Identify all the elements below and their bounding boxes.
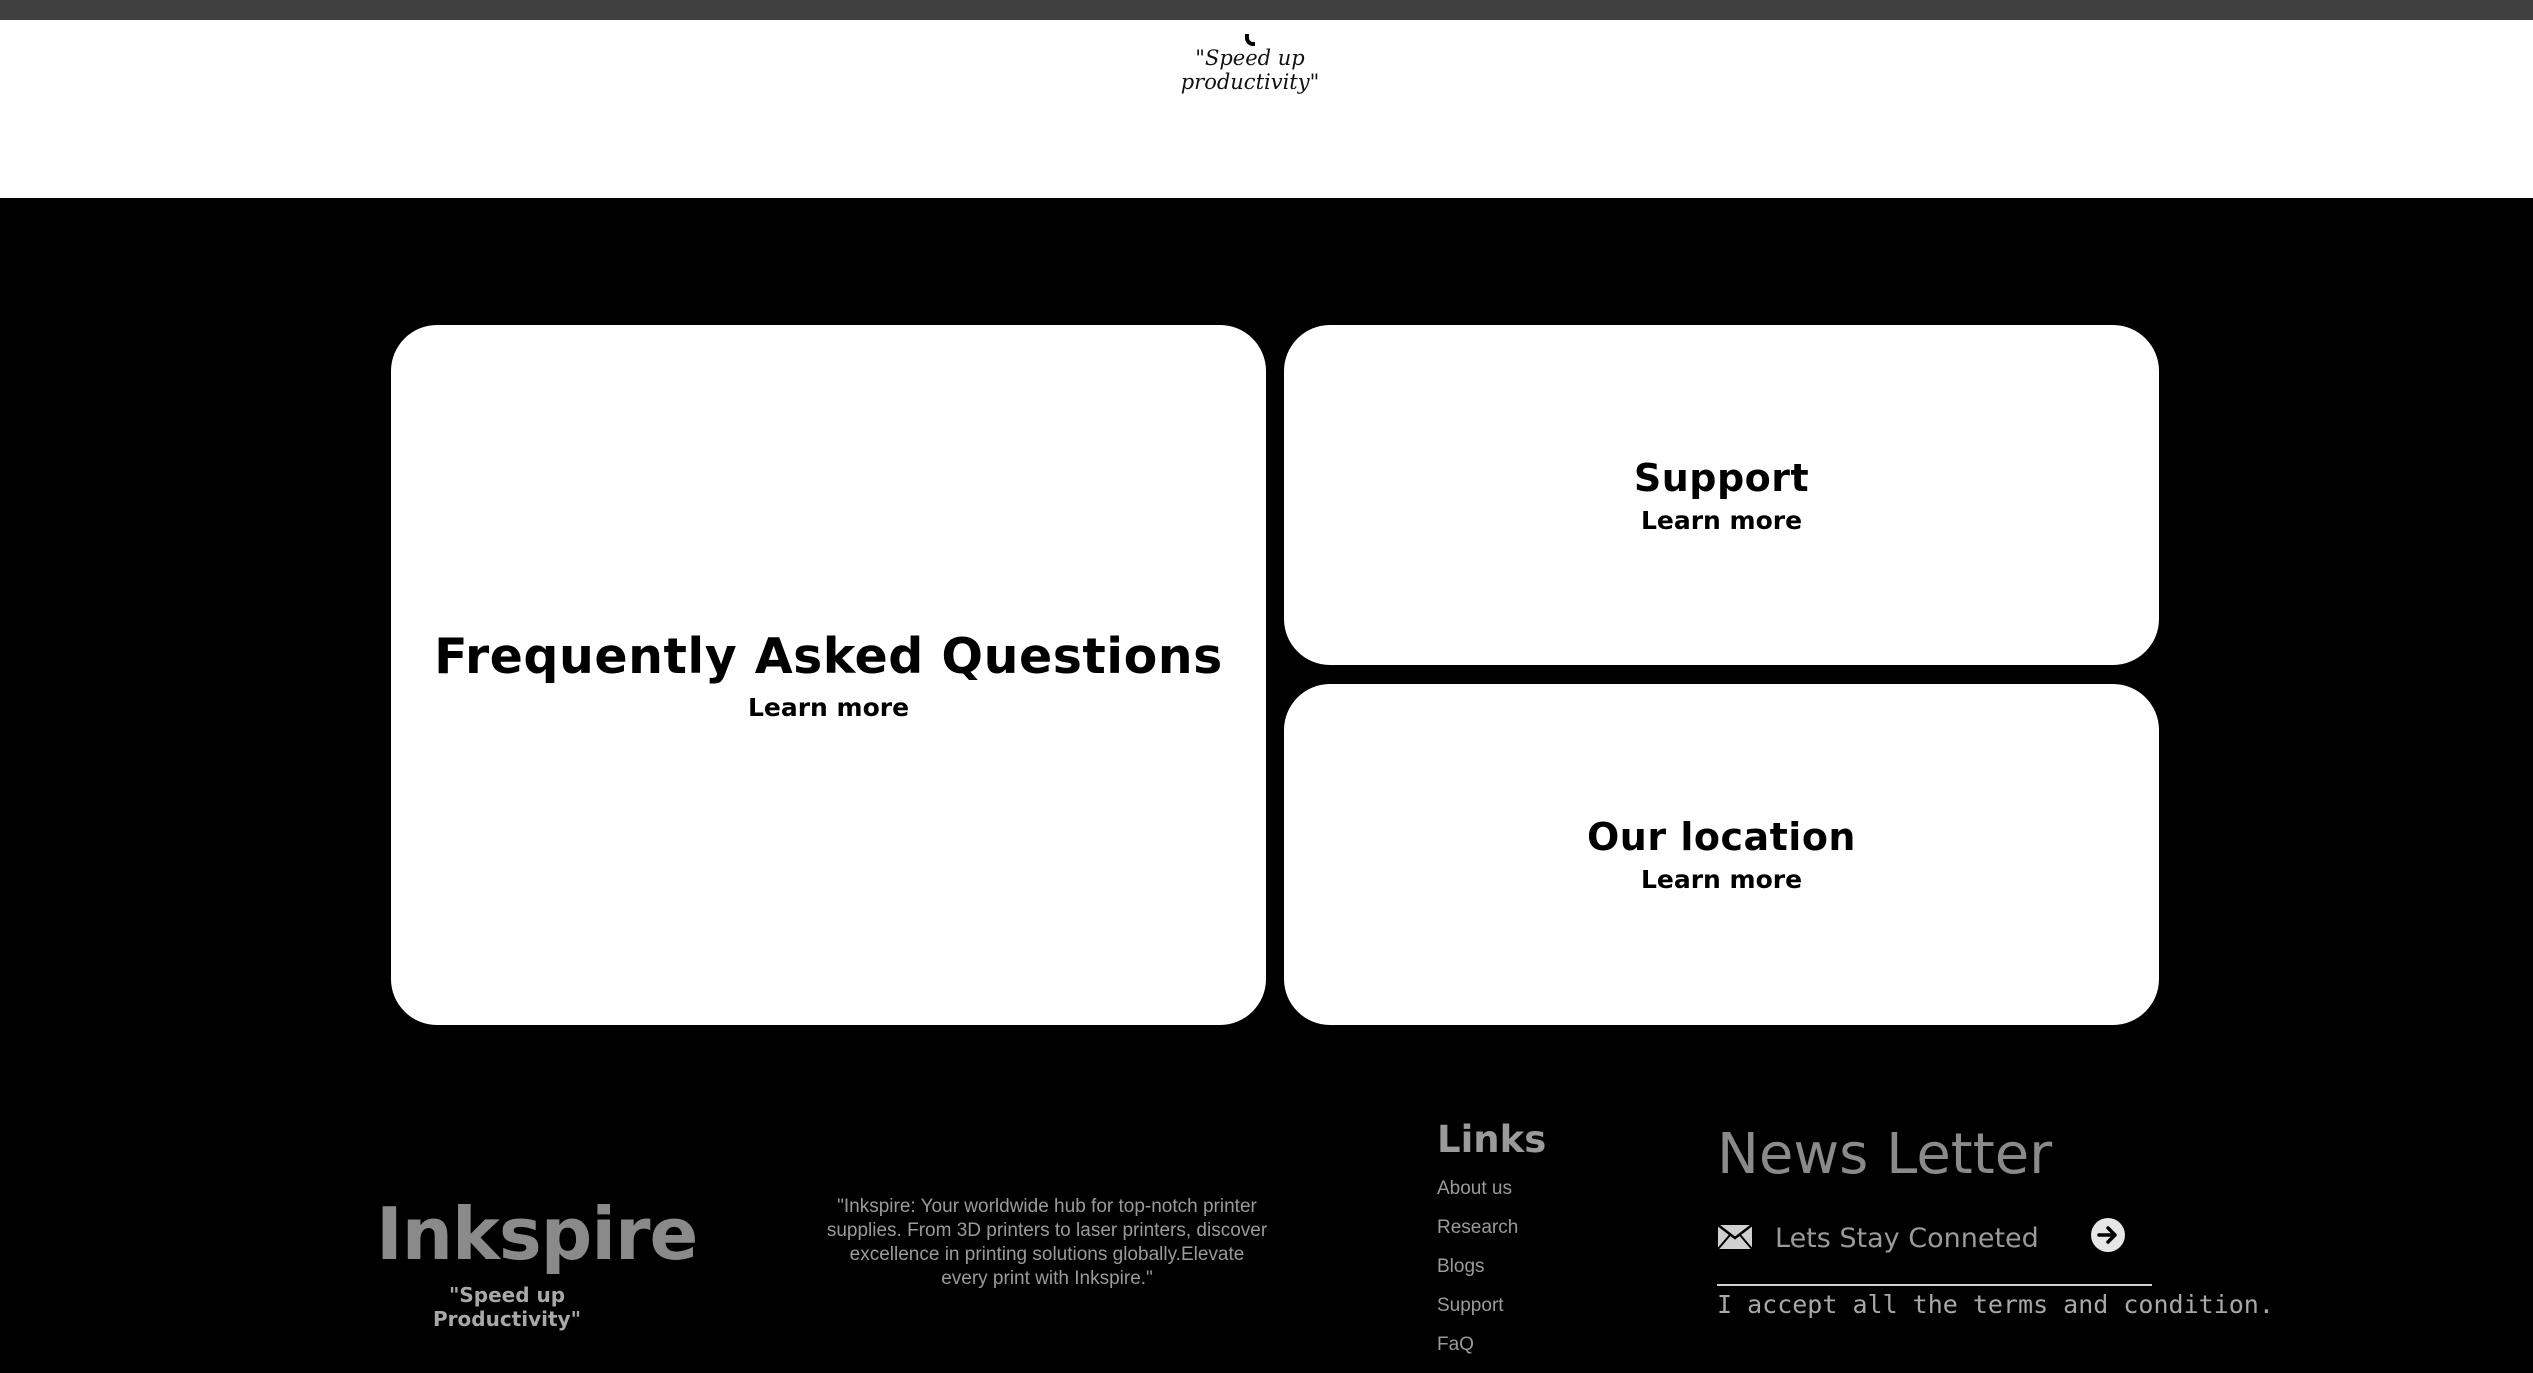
support-learn-more-link[interactable]: Learn more [1641,506,1802,535]
faq-learn-more-link[interactable]: Learn more [748,693,909,722]
newsletter-email-input[interactable] [1775,1220,2085,1256]
support-card-title: Support [1633,455,1810,500]
newsletter-heading: News Letter [1717,1122,2053,1187]
footer-about-text: "Inkspire: Your worldwide hub for top-no… [826,1196,1268,1289]
footer-links-heading: Links [1437,1118,1547,1161]
location-learn-more-link[interactable]: Learn more [1641,865,1802,894]
arrow-right-circle-icon[interactable] [2090,1217,2126,1253]
footer-link-blogs[interactable]: Blogs [1437,1254,1518,1293]
footer-link-faq[interactable]: FaQ [1437,1332,1518,1371]
mail-icon [1717,1224,1753,1250]
location-card-title: Our location [1587,815,1856,859]
footer-links-list: About us Research Blogs Support FaQ [1437,1176,1518,1371]
footer-link-support[interactable]: Support [1437,1293,1518,1332]
header-tagline: "Speed up productivity" [1180,46,1320,94]
location-card[interactable]: Our location Learn more [1284,684,2159,1025]
footer-brand-tagline: "Speed up Productivity" [433,1283,581,1331]
footer-link-research[interactable]: Research [1437,1215,1518,1254]
site-header: "Speed up productivity" [0,20,2533,198]
support-card[interactable]: Support Learn more [1284,325,2159,665]
footer-link-about-us[interactable]: About us [1437,1176,1518,1215]
footer-brand-logo[interactable]: Inkspire [376,1192,698,1276]
faq-card[interactable]: Frequently Asked Questions Learn more [391,325,1266,1025]
faq-card-title: Frequently Asked Questions [434,628,1223,685]
browser-top-bar [0,0,2533,20]
newsletter-terms-text: I accept all the terms and condition. [1717,1290,2274,1319]
newsletter-form [1717,1206,2152,1286]
logo-icon[interactable] [1245,34,1255,46]
